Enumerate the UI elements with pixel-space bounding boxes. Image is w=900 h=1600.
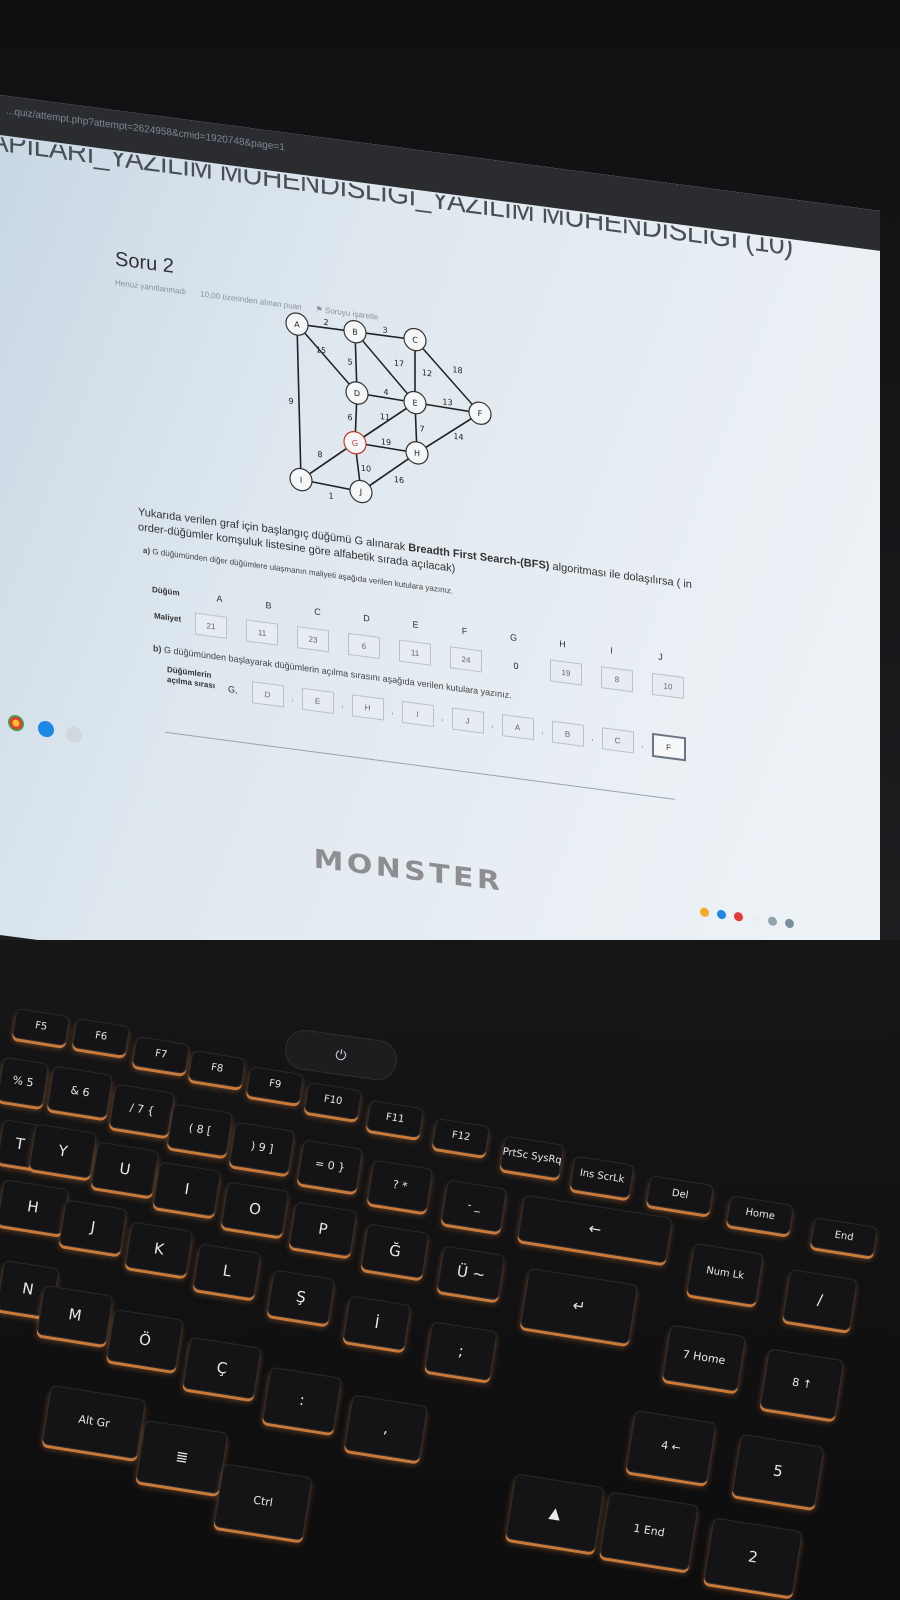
key-altgr[interactable]: Alt Gr <box>41 1384 147 1460</box>
key-menu[interactable]: ≣ <box>135 1419 229 1495</box>
key-5[interactable]: % 5 <box>0 1056 50 1108</box>
key-u[interactable]: U <box>90 1141 160 1197</box>
key-i-dotted[interactable]: İ <box>342 1295 412 1351</box>
key-u-umlaut[interactable]: Ü ~ <box>436 1245 506 1301</box>
key-h[interactable]: H <box>0 1179 70 1235</box>
key-g-breve[interactable]: Ğ <box>360 1223 430 1279</box>
key-period[interactable]: : <box>262 1366 342 1434</box>
key-f12[interactable]: F12 <box>431 1117 491 1157</box>
key-prtsc[interactable]: PrtSc SysRq <box>499 1135 565 1179</box>
key-home[interactable]: Home <box>726 1195 794 1235</box>
key-l[interactable]: L <box>192 1243 262 1299</box>
key-end[interactable]: End <box>810 1217 878 1257</box>
key-semicolon[interactable]: ; <box>424 1321 498 1381</box>
key-arrow-up[interactable]: ▲ <box>505 1473 605 1553</box>
key-num-7[interactable]: 7 Home <box>662 1324 746 1392</box>
key-j[interactable]: J <box>58 1199 128 1255</box>
key-ins[interactable]: Ins ScrLk <box>569 1155 635 1199</box>
key-asterisk[interactable]: ? * <box>366 1159 434 1213</box>
key-f5[interactable]: F5 <box>11 1007 71 1047</box>
key-9[interactable]: ) 9 ] <box>228 1121 296 1175</box>
key-f8[interactable]: F8 <box>187 1049 247 1089</box>
key-c-cedilla[interactable]: Ç <box>182 1336 262 1400</box>
key-numlock[interactable]: Num Lk <box>686 1242 764 1306</box>
key-num-4[interactable]: 4 ← <box>625 1409 717 1485</box>
key-num-2[interactable]: 2 <box>703 1517 803 1597</box>
key-i[interactable]: I <box>152 1161 222 1217</box>
key-f7[interactable]: F7 <box>131 1035 191 1075</box>
key-del[interactable]: Del <box>646 1175 714 1215</box>
key-f9[interactable]: F9 <box>245 1065 305 1105</box>
key-f6[interactable]: F6 <box>71 1017 131 1057</box>
key-k[interactable]: K <box>124 1221 194 1277</box>
keyboard: F5 F6 F7 F8 F9 F10 F11 F12 PrtSc SysRq I… <box>0 0 900 1600</box>
key-o[interactable]: O <box>220 1181 290 1237</box>
key-num-slash[interactable]: / <box>782 1269 858 1331</box>
key-s-cedilla[interactable]: Ş <box>266 1269 336 1325</box>
key-num-8[interactable]: 8 ↑ <box>759 1348 845 1420</box>
key-f11[interactable]: F11 <box>365 1099 425 1139</box>
key-6[interactable]: & 6 <box>46 1065 114 1119</box>
key-f10[interactable]: F10 <box>303 1081 363 1121</box>
key-p[interactable]: P <box>288 1201 358 1257</box>
key-dash[interactable]: - _ <box>440 1179 508 1233</box>
key-enter[interactable]: ↵ <box>519 1267 639 1345</box>
key-ctrl[interactable]: Ctrl <box>213 1463 313 1541</box>
key-num-5[interactable]: 5 <box>731 1433 825 1509</box>
key-7[interactable]: / 7 { <box>108 1083 176 1137</box>
key-m[interactable]: M <box>36 1284 114 1346</box>
key-0[interactable]: = 0 } <box>296 1139 364 1193</box>
key-num-1[interactable]: 1 End <box>599 1491 699 1571</box>
key-8[interactable]: ( 8 [ <box>166 1103 234 1157</box>
key-comma[interactable]: , <box>344 1394 428 1462</box>
key-y[interactable]: Y <box>28 1123 98 1179</box>
key-o-umlaut[interactable]: Ö <box>106 1308 184 1372</box>
